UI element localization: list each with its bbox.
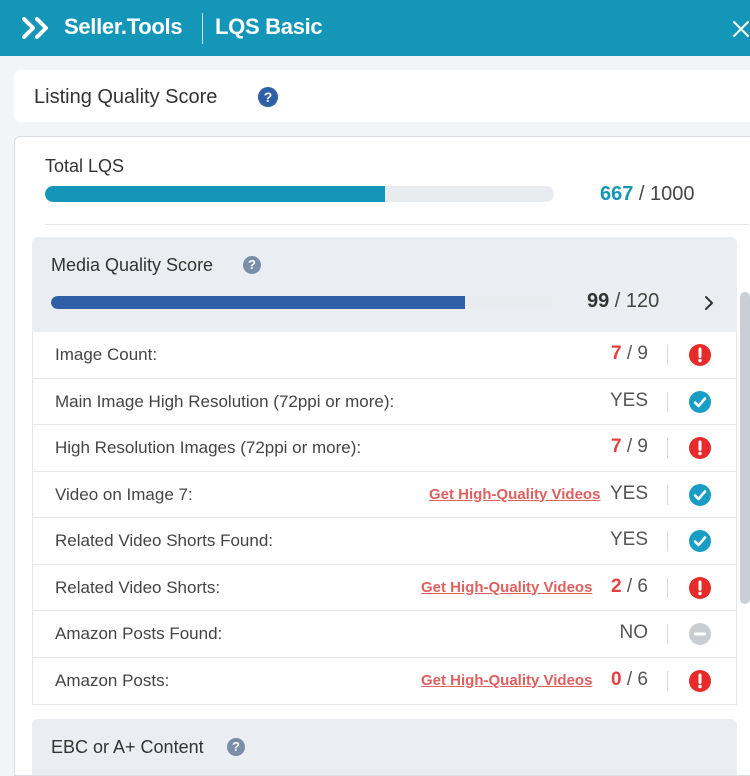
divider: [667, 438, 668, 458]
warning-icon: [689, 669, 711, 692]
list-item-value: 0 / 6: [611, 669, 648, 691]
media-quality-details-list: Image Count: 7 / 9 Main Image High Resolut…: [32, 332, 737, 705]
list-item-count: 0: [611, 668, 622, 690]
help-icon[interactable]: ?: [243, 256, 261, 274]
list-item-max: 9: [637, 436, 648, 457]
list-item-label: Amazon Posts:: [55, 670, 170, 690]
list-item-value: YES: [609, 529, 648, 550]
checkmark-icon: [689, 530, 711, 552]
warning-icon: [689, 576, 711, 599]
divider: [667, 345, 668, 365]
minus-icon: [689, 623, 711, 645]
total-lqs-label: Total LQS: [45, 156, 125, 176]
divider: [667, 670, 668, 691]
divider: [667, 624, 668, 644]
media-quality-title: Media Quality Score: [51, 255, 214, 275]
checkmark-icon: [689, 483, 711, 506]
checkmark-icon: [689, 390, 711, 413]
get-high-quality-videos-link[interactable]: Get High-Quality Videos: [421, 579, 592, 596]
media-quality-section-header[interactable]: Media Quality Score ? 99 / 120: [32, 237, 737, 332]
divider: [667, 391, 668, 412]
scrollbar-thumb[interactable]: [740, 292, 750, 604]
list-item: Related Video Shorts Found: YES: [33, 518, 736, 565]
list-item-value: 2 / 6: [611, 576, 648, 598]
list-item: Main Image High Resolution (72ppi or mor…: [33, 379, 736, 425]
chevron-right-icon[interactable]: [702, 294, 716, 312]
warning-icon: [689, 344, 711, 366]
total-lqs-value: 667: [600, 183, 634, 205]
list-item-label: Video on Image 7:: [55, 484, 193, 504]
list-item-label: Related Video Shorts:: [55, 577, 221, 597]
close-icon[interactable]: [730, 18, 750, 40]
list-item: High Resolution Images (72ppi or more): 7…: [33, 425, 736, 472]
list-item-max: 6: [637, 668, 648, 690]
list-item-value: 7 / 9: [611, 343, 648, 365]
divider: [667, 577, 668, 598]
chevrons-logo-icon: [22, 17, 48, 39]
section-title-card: Listing Quality Score ?: [14, 70, 750, 122]
help-icon[interactable]: ?: [258, 87, 278, 107]
list-item-count: 7: [611, 436, 622, 457]
list-item-count: 2: [611, 575, 622, 597]
total-lqs-progress-fill: [45, 186, 385, 202]
get-high-quality-videos-link[interactable]: Get High-Quality Videos: [429, 486, 600, 503]
section-title: Listing Quality Score: [34, 86, 218, 108]
list-item: Video on Image 7: Get High-Quality Videos…: [33, 472, 736, 518]
brand-name: Seller.Tools: [64, 14, 183, 39]
total-lqs-max: 1000: [650, 183, 695, 205]
divider: [45, 224, 749, 225]
list-item-value: NO: [619, 622, 649, 643]
help-icon[interactable]: ?: [227, 738, 245, 756]
list-item-count: 7: [611, 343, 622, 364]
media-quality-progress-fill: [51, 296, 466, 309]
list-item-label: Amazon Posts Found:: [55, 624, 223, 643]
list-item-label: Related Video Shorts Found:: [55, 531, 273, 550]
total-lqs-progress-bar: [45, 186, 554, 202]
media-quality-progress-bar: [51, 296, 553, 309]
score-separator: /: [621, 436, 638, 457]
score-separator: /: [609, 290, 626, 312]
product-name: LQS Basic: [215, 14, 323, 39]
media-quality-score: 99 / 120: [587, 290, 659, 313]
score-separator: /: [621, 668, 638, 690]
list-item-value: 7 / 9: [611, 436, 648, 458]
lqs-card: Total LQS 667 / 1000 Media Quality Score…: [14, 136, 750, 776]
get-high-quality-videos-link[interactable]: Get High-Quality Videos: [421, 672, 592, 689]
warning-icon: [689, 437, 711, 459]
media-quality-value: 99: [587, 290, 610, 312]
list-item: Image Count: 7 / 9: [33, 332, 736, 379]
list-item-value: YES: [609, 482, 648, 504]
score-separator: /: [633, 183, 651, 205]
list-item: Related Video Shorts: Get High-Quality Vi…: [33, 565, 736, 611]
media-quality-max: 120: [625, 290, 660, 312]
app-header: Seller.Tools LQS Basic: [0, 0, 750, 56]
list-item: Amazon Posts Found: NO: [33, 611, 736, 658]
divider: [667, 531, 668, 551]
divider: [667, 484, 668, 505]
ebc-section-header[interactable]: EBC or A+ Content ?: [32, 719, 737, 775]
list-item: Amazon Posts: Get High-Quality Videos 0 / …: [33, 658, 736, 705]
list-item-label: High Resolution Images (72ppi or more):: [55, 438, 362, 457]
header-divider: [202, 13, 203, 44]
ebc-title: EBC or A+ Content: [51, 737, 204, 757]
total-lqs-score: 667 / 1000: [600, 183, 695, 206]
list-item-max: 9: [637, 343, 648, 364]
list-item-label: Image Count:: [55, 345, 158, 364]
list-item-label: Main Image High Resolution (72ppi or mor…: [55, 391, 395, 411]
score-separator: /: [621, 575, 638, 597]
list-item-value: YES: [609, 389, 648, 411]
list-item-max: 6: [637, 575, 648, 597]
score-separator: /: [621, 343, 638, 364]
